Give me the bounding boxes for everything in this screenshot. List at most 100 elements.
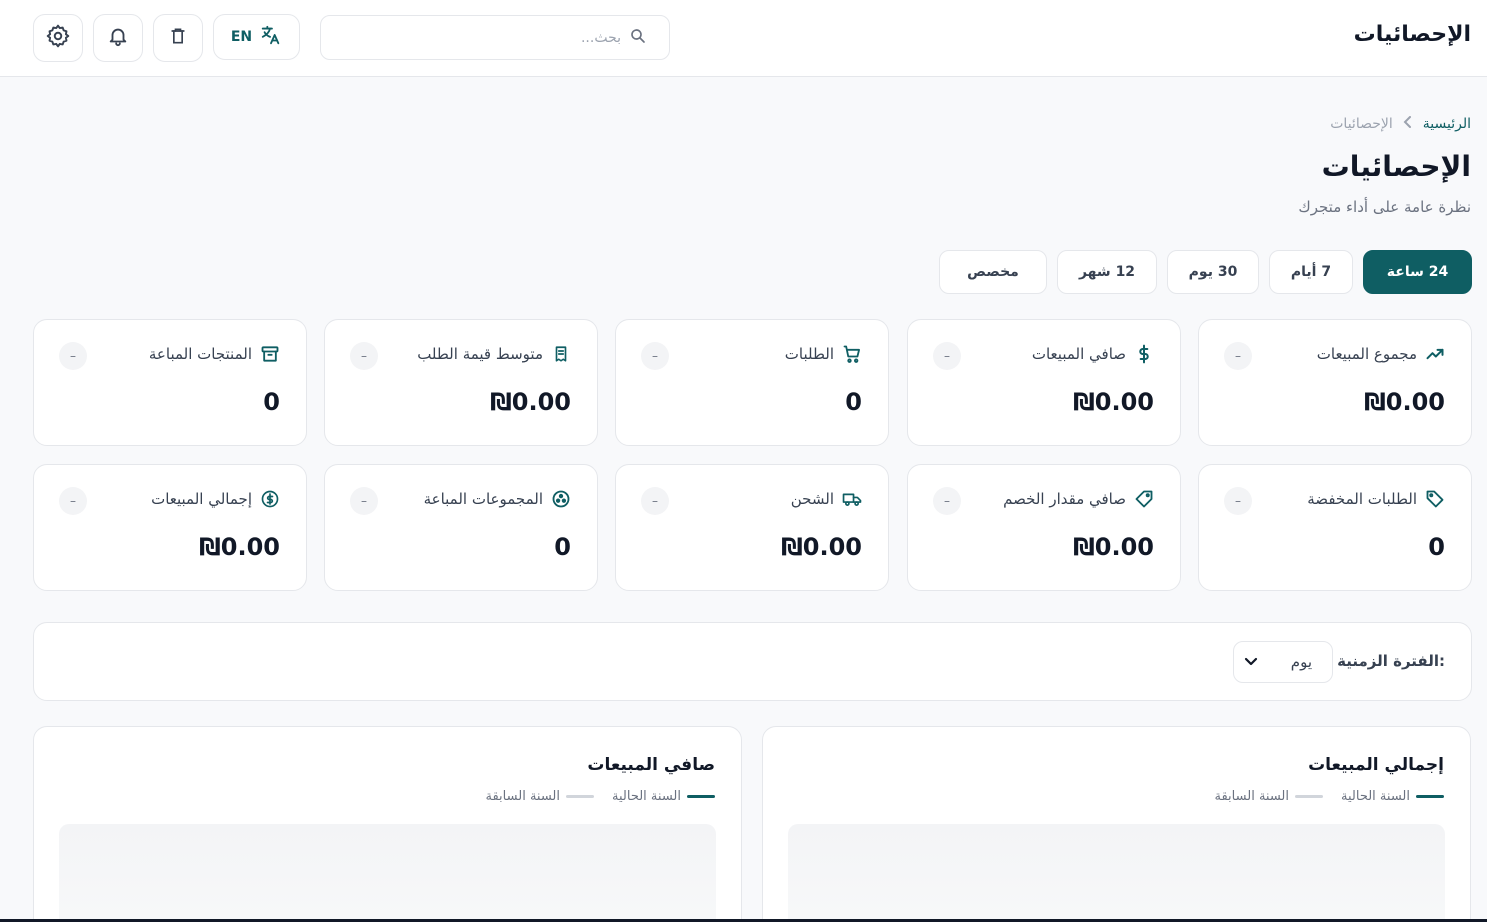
stat-label: صافي المبيعات [1031, 345, 1126, 363]
stat-card-average-order-value: متوسط قيمة الطلب – ₪0.00 [324, 319, 598, 446]
chart-title: إجمالي المبيعات [1308, 755, 1444, 775]
tab-24-hours[interactable]: 24 ساعة [1363, 250, 1472, 294]
tab-12-months[interactable]: 12 شهر [1057, 250, 1157, 294]
stat-card-gross-sales: مجموع المبيعات – ₪0.00 [1198, 319, 1472, 446]
legend-item-previous: السنة السابقة [1215, 789, 1324, 804]
stat-value: ₪0.00 [199, 533, 280, 561]
stat-card-groups-sold: المجموعات المباعة – 0 [324, 464, 598, 591]
stat-label: الطلبات المخفضة [1307, 490, 1417, 508]
chart-title: صافي المبيعات [587, 755, 715, 775]
stat-value: ₪0.00 [1364, 388, 1445, 416]
tags-icon [1425, 489, 1445, 509]
stat-label: الشحن [790, 490, 834, 508]
top-bar: الإحصائيات EN [0, 0, 1487, 77]
stat-label: متوسط قيمة الطلب [417, 345, 543, 363]
period-label: الفترة الزمنية: [1337, 652, 1445, 670]
translate-icon [260, 24, 282, 50]
chart-legend: السنة الحالية السنة السابقة [486, 789, 715, 804]
chart-legend: السنة الحالية السنة السابقة [1215, 789, 1444, 804]
chart-card-net-sales: صافي المبيعات السنة الحالية السنة السابق… [33, 726, 742, 922]
legend-item-current: السنة الحالية [612, 789, 715, 804]
dollar-circle-icon [260, 489, 280, 509]
legend-swatch [687, 795, 715, 798]
trend-badge: – [350, 342, 378, 370]
stat-label: المجموعات المباعة [423, 490, 543, 508]
stat-label: صافي مقدار الخصم [1003, 490, 1126, 508]
legend-item-current: السنة الحالية [1341, 789, 1444, 804]
dollar-icon [1134, 344, 1154, 364]
range-tabs: 24 ساعة 7 أيام 30 يوم 12 شهر مخصص [939, 250, 1472, 294]
stat-card-shipping: الشحن – ₪0.00 [615, 464, 889, 591]
chevron-down-icon [1244, 653, 1258, 671]
stat-value: ₪0.00 [1073, 533, 1154, 561]
truck-icon [842, 489, 862, 509]
stat-card-net-sales: صافي المبيعات – ₪0.00 [907, 319, 1181, 446]
stat-value: ₪0.00 [1073, 388, 1154, 416]
legend-label: السنة الحالية [612, 789, 681, 804]
stat-label: المنتجات المباعة [148, 345, 252, 363]
receipt-icon [551, 344, 571, 364]
stat-value: 0 [845, 388, 862, 416]
trend-badge: – [59, 487, 87, 515]
stat-card-total-sales: إجمالي المبيعات – ₪0.00 [33, 464, 307, 591]
stat-label: الطلبات [784, 345, 834, 363]
stat-value: 0 [554, 533, 571, 561]
language-label: EN [230, 29, 253, 45]
settings-button[interactable] [33, 14, 83, 62]
stat-value: ₪0.00 [490, 388, 571, 416]
language-toggle-button[interactable]: EN [213, 14, 300, 60]
legend-label: السنة الحالية [1341, 789, 1410, 804]
trend-badge: – [1224, 342, 1252, 370]
period-select[interactable]: يوم [1233, 641, 1333, 683]
period-filter-bar: الفترة الزمنية: يوم [33, 622, 1472, 701]
legend-swatch [566, 795, 595, 798]
legend-item-previous: السنة السابقة [486, 789, 595, 804]
gear-icon [45, 23, 71, 53]
trend-badge: – [933, 487, 961, 515]
page-title: الإحصائيات [1321, 150, 1471, 183]
stat-card-products-sold: المنتجات المباعة – 0 [33, 319, 307, 446]
tag-icon [1134, 489, 1154, 509]
stat-value: 0 [1428, 533, 1445, 561]
search-icon [629, 27, 647, 49]
stat-label: مجموع المبيعات [1316, 345, 1417, 363]
tab-7-days[interactable]: 7 أيام [1269, 250, 1353, 294]
tab-custom[interactable]: مخصص [939, 250, 1047, 294]
trend-badge: – [350, 487, 378, 515]
chart-card-total-sales: إجمالي المبيعات السنة الحالية السنة السا… [762, 726, 1471, 922]
trending-up-icon [1425, 344, 1445, 364]
app-title: الإحصائيات [1353, 22, 1471, 47]
legend-swatch [1416, 795, 1444, 798]
stat-value: 0 [263, 388, 280, 416]
legend-swatch [1295, 795, 1324, 798]
search-box[interactable] [320, 15, 670, 60]
archive-icon [260, 344, 280, 364]
search-input[interactable] [321, 29, 621, 46]
trend-badge: – [1224, 487, 1252, 515]
stat-card-orders: الطلبات – 0 [615, 319, 889, 446]
page-subtitle: نظرة عامة على أداء متجرك [1298, 198, 1471, 216]
trend-badge: – [59, 342, 87, 370]
cart-icon [842, 344, 862, 364]
chart-plot-area [59, 824, 716, 922]
stat-label: إجمالي المبيعات [151, 490, 252, 508]
chevron-left-icon [1403, 116, 1413, 132]
legend-label: السنة السابقة [1214, 789, 1290, 804]
trash-icon [168, 25, 188, 51]
tab-30-days[interactable]: 30 يوم [1167, 250, 1259, 294]
breadcrumb-home[interactable]: الرئيسية [1423, 116, 1471, 132]
group-icon [551, 489, 571, 509]
legend-label: السنة السابقة [485, 789, 561, 804]
notifications-button[interactable] [93, 14, 143, 62]
trend-badge: – [641, 342, 669, 370]
stat-card-discounted-orders: الطلبات المخفضة – 0 [1198, 464, 1472, 591]
delete-button[interactable] [153, 14, 203, 62]
bell-icon [107, 24, 129, 52]
period-selected-value: يوم [1290, 653, 1312, 671]
chart-plot-area [788, 824, 1445, 922]
breadcrumb: الرئيسية الإحصائيات [1330, 116, 1471, 132]
stat-card-net-discount: صافي مقدار الخصم – ₪0.00 [907, 464, 1181, 591]
trend-badge: – [641, 487, 669, 515]
trend-badge: – [933, 342, 961, 370]
stat-value: ₪0.00 [781, 533, 862, 561]
